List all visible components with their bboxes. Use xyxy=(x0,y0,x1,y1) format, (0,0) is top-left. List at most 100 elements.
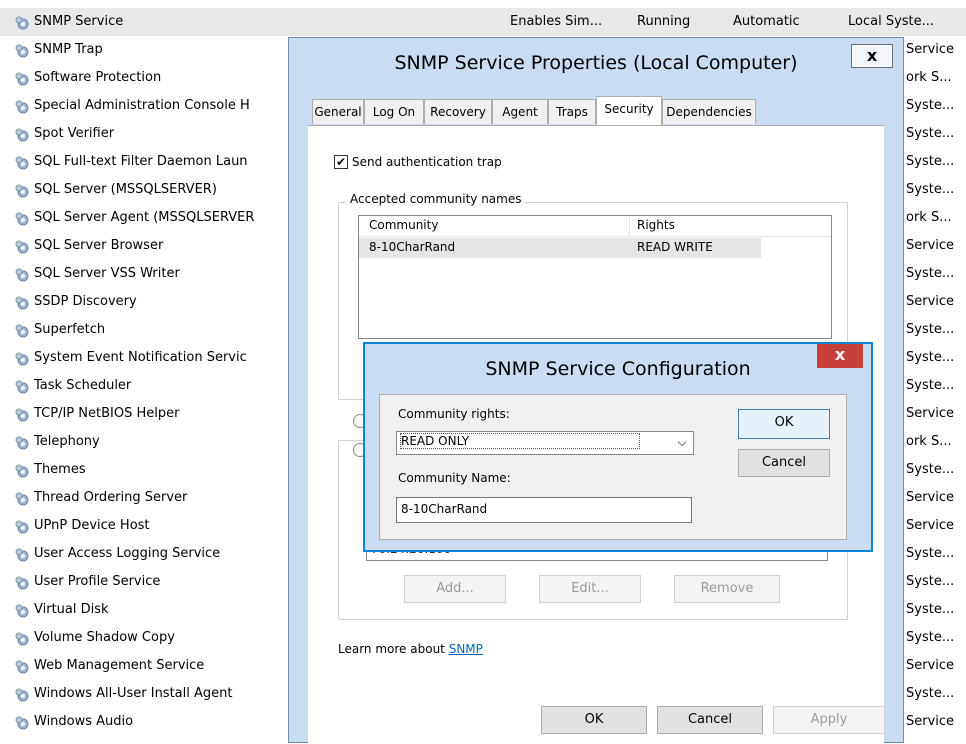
config-ok-button[interactable]: OK xyxy=(738,409,830,439)
service-name: System Event Notification Servic xyxy=(34,350,247,365)
service-logon: Syste... xyxy=(906,148,966,176)
service-logon: Syste... xyxy=(906,680,966,708)
gear-icon xyxy=(14,630,30,646)
learn-more-text: Learn more about SNMP xyxy=(338,642,483,656)
tab-strip: General Log On Recovery Agent Traps Secu… xyxy=(308,96,884,125)
service-logon: Service xyxy=(906,288,966,316)
service-logon: Syste... xyxy=(906,120,966,148)
service-logon: Syste... xyxy=(906,596,966,624)
gear-icon xyxy=(14,658,30,674)
service-status: Running xyxy=(637,14,691,29)
gear-icon xyxy=(14,518,30,534)
service-name: Software Protection xyxy=(34,70,162,85)
service-logon: Service xyxy=(906,652,966,680)
rights-cell: READ WRITE xyxy=(637,240,713,254)
service-logon: Syste... xyxy=(906,624,966,652)
community-cell: 8-10CharRand xyxy=(369,240,456,254)
service-logon: Service xyxy=(906,400,966,428)
close-icon: x xyxy=(834,345,846,364)
community-rights-value: READ ONLY xyxy=(399,433,641,449)
remove-button[interactable]: Remove xyxy=(674,575,780,603)
service-name: Special Administration Console H xyxy=(34,98,250,113)
gear-icon xyxy=(14,42,30,58)
column-community[interactable]: Community xyxy=(369,218,438,232)
gear-icon xyxy=(14,154,30,170)
gear-icon xyxy=(14,266,30,282)
config-body: Community rights: READ ONLY ⌵ Community … xyxy=(379,394,847,540)
gear-icon xyxy=(14,434,30,450)
tab-dependencies[interactable]: Dependencies xyxy=(662,99,756,124)
service-name: Virtual Disk xyxy=(34,602,109,617)
service-logon: Service xyxy=(906,232,966,260)
gear-icon xyxy=(14,126,30,142)
service-logon: Syste... xyxy=(906,176,966,204)
service-logon: Syste... xyxy=(906,540,966,568)
tab-log-on[interactable]: Log On xyxy=(364,99,424,124)
service-name: Themes xyxy=(34,462,86,477)
dialog-close-button[interactable]: x xyxy=(817,344,863,368)
service-name: SQL Server Browser xyxy=(34,238,164,253)
service-name: TCP/IP NetBIOS Helper xyxy=(34,406,180,421)
service-logon: Syste... xyxy=(906,316,966,344)
gear-icon xyxy=(14,406,30,422)
gear-icon xyxy=(14,182,30,198)
community-list-header: Community Rights xyxy=(359,216,831,237)
cancel-button[interactable]: Cancel xyxy=(657,706,763,734)
learn-more-prefix: Learn more about xyxy=(338,642,449,656)
community-name-field[interactable]: 8-10CharRand xyxy=(396,497,692,523)
gear-icon xyxy=(14,294,30,310)
service-name: SQL Server (MSSQLSERVER) xyxy=(34,182,217,197)
tab-general[interactable]: General xyxy=(312,99,364,124)
service-name: UPnP Device Host xyxy=(34,518,150,533)
gear-icon xyxy=(14,546,30,562)
table-row[interactable]: 8-10CharRand READ WRITE xyxy=(359,238,761,258)
add-button[interactable]: Add... xyxy=(404,575,506,603)
service-logon: Syste... xyxy=(906,344,966,372)
service-name: Thread Ordering Server xyxy=(34,490,188,505)
snmp-help-link[interactable]: SNMP xyxy=(449,642,483,656)
service-name: Volume Shadow Copy xyxy=(34,630,175,645)
service-name: SNMP Trap xyxy=(34,42,103,57)
gear-icon xyxy=(14,350,30,366)
service-logon: ork S... xyxy=(906,428,966,456)
column-rights[interactable]: Rights xyxy=(637,218,675,232)
gear-icon xyxy=(14,14,30,30)
close-button[interactable]: x xyxy=(851,44,893,68)
service-name: Superfetch xyxy=(34,322,106,337)
ok-button[interactable]: OK xyxy=(541,706,647,734)
gear-icon xyxy=(14,322,30,338)
snmp-config-dialog: SNMP Service Configuration x Community r… xyxy=(363,342,873,552)
tab-agent[interactable]: Agent xyxy=(492,99,548,124)
service-name: Task Scheduler xyxy=(34,378,132,393)
service-logon: Syste... xyxy=(906,568,966,596)
service-name: Spot Verifier xyxy=(34,126,115,141)
edit-button[interactable]: Edit... xyxy=(539,575,641,603)
service-logon: Syste... xyxy=(906,372,966,400)
service-logon: Syste... xyxy=(906,92,966,120)
config-cancel-button[interactable]: Cancel xyxy=(738,449,830,477)
community-name-value: 8-10CharRand xyxy=(401,502,488,516)
auth-trap-checkbox[interactable]: ✔ xyxy=(334,155,348,169)
community-group-title: Accepted community names xyxy=(346,192,526,206)
community-rights-select[interactable]: READ ONLY ⌵ xyxy=(396,431,694,455)
apply-button[interactable]: Apply xyxy=(773,706,885,734)
gear-icon xyxy=(14,686,30,702)
service-startup: Automatic xyxy=(733,14,800,29)
service-description: Enables Sim... xyxy=(510,14,603,29)
gear-icon xyxy=(14,378,30,394)
community-list[interactable]: Community Rights 8-10CharRand READ WRITE xyxy=(358,215,832,339)
tab-recovery[interactable]: Recovery xyxy=(424,99,492,124)
gear-icon xyxy=(14,238,30,254)
gear-icon xyxy=(14,210,30,226)
service-logon: Local Syste... xyxy=(848,8,966,36)
service-logon: Service xyxy=(906,36,966,64)
gear-icon xyxy=(14,462,30,478)
service-name: SSDP Discovery xyxy=(34,294,137,309)
config-title: SNMP Service Configuration xyxy=(485,358,751,380)
service-logon: Syste... xyxy=(906,456,966,484)
service-name: Web Management Service xyxy=(34,658,205,673)
list-item[interactable]: SNMP Service Enables Sim... Running Automat… xyxy=(0,8,966,36)
chevron-down-icon[interactable]: ⌵ xyxy=(671,432,693,454)
tab-traps[interactable]: Traps xyxy=(548,99,596,124)
tab-security[interactable]: Security xyxy=(596,96,662,125)
